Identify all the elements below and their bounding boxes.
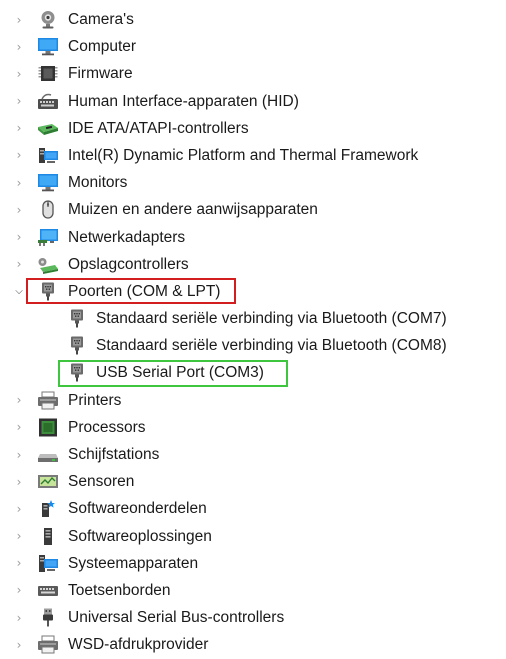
tree-item-network-adapters[interactable]: › Netwerkadapters [0,224,506,251]
tree-item-label: IDE ATA/ATAPI-controllers [68,119,249,137]
tree-item-bluetooth-com7[interactable]: Standaard seriële verbinding via Bluetoo… [0,305,506,332]
tree-item-intel-framework[interactable]: › Intel(R) Dynamic Platform and Thermal … [0,142,506,169]
port-connector-icon [66,309,88,328]
system-device-icon [37,554,59,573]
tree-item-label: Standaard seriële verbinding via Bluetoo… [96,337,447,355]
mouse-icon [37,200,59,219]
port-connector-icon [66,336,88,355]
chevron-right-icon[interactable]: › [13,468,25,495]
chevron-right-icon[interactable]: › [13,224,25,251]
tree-item-keyboards[interactable]: › Toetsenborden [0,577,506,604]
chevron-right-icon[interactable]: › [13,60,25,87]
hid-keyboard-icon [37,92,59,111]
port-connector-icon [37,282,59,301]
chevron-right-icon[interactable]: › [13,414,25,441]
tree-item-label: Schijfstations [68,446,160,463]
chevron-right-icon[interactable]: › [13,88,25,115]
keyboard-icon [37,581,59,600]
port-connector-icon [66,363,88,382]
tree-item-sensors[interactable]: › Sensoren [0,468,506,495]
ide-controller-icon [37,119,59,138]
tree-item-printers[interactable]: › Printers [0,387,506,414]
chevron-right-icon[interactable]: › [13,550,25,577]
tree-item-software-solutions[interactable]: › Softwareoplossingen [0,523,506,550]
chevron-down-icon[interactable]: ⌵ [13,278,25,305]
tree-item-monitors[interactable]: › Monitors [0,169,506,196]
webcam-icon [37,10,59,29]
tree-item-ports[interactable]: ⌵ Poorten (COM & LPT) [0,277,506,305]
chevron-right-icon[interactable]: › [13,169,25,196]
chevron-right-icon[interactable]: › [13,115,25,142]
device-tree: › Camera's › Computer › Firmware › Human… [0,6,506,659]
tree-item-system-devices[interactable]: › Systeemapparaten [0,550,506,577]
tree-item-cameras[interactable]: › Camera's [0,6,506,33]
tree-item-label: Poorten (COM & LPT) [68,282,221,300]
tree-item-label: Human Interface-apparaten (HID) [68,92,299,110]
tree-item-firmware[interactable]: › Firmware [0,60,506,87]
chevron-right-icon[interactable]: › [13,604,25,631]
tree-item-label: Netwerkadapters [68,228,186,246]
tree-item-computer[interactable]: › Computer [0,33,506,60]
tree-item-bluetooth-com8[interactable]: Standaard seriële verbinding via Bluetoo… [0,332,506,359]
tree-item-label: Printers [68,391,122,409]
tree-item-label: Universal Serial Bus-controllers [68,609,285,627]
chevron-right-icon[interactable]: › [13,33,25,60]
tree-item-usb-controllers[interactable]: › Universal Serial Bus-controllers [0,604,506,631]
network-adapter-icon [37,228,59,247]
tree-item-mice[interactable]: › Muizen en andere aanwijsapparaten [0,196,506,223]
monitor-icon [37,37,59,56]
chevron-right-icon[interactable]: › [13,495,25,522]
tree-item-label: USB Serial Port (COM3) [96,364,264,382]
tree-item-label: Sensoren [68,473,135,491]
chevron-right-icon[interactable]: › [13,441,25,468]
chevron-right-icon[interactable]: › [13,631,25,658]
chevron-right-icon[interactable]: › [13,387,25,414]
disk-drive-icon [37,445,59,464]
printer-icon [37,391,59,410]
tree-item-disk-drives[interactable]: › Schijfstations [0,441,506,468]
software-component-icon [37,499,59,518]
tree-item-label: Firmware [68,65,133,83]
tree-item-label: Processors [68,418,146,436]
tree-item-label: Intel(R) Dynamic Platform and Thermal Fr… [68,146,419,164]
tree-item-label: Softwareonderdelen [68,500,207,518]
tree-item-storage-controllers[interactable]: › Opslagcontrollers [0,251,506,278]
tree-item-label: Monitors [68,174,128,192]
chevron-right-icon[interactable]: › [13,523,25,550]
printer-icon [37,635,59,654]
chevron-right-icon[interactable]: › [13,196,25,223]
tree-item-usb-serial-port[interactable]: USB Serial Port (COM3) [0,359,506,388]
tree-item-label: Softwareoplossingen [68,527,212,545]
chevron-right-icon[interactable]: › [13,142,25,169]
tree-item-hid[interactable]: › Human Interface-apparaten (HID) [0,88,506,115]
tree-item-processors[interactable]: › Processors [0,414,506,441]
tree-item-software-components[interactable]: › Softwareonderdelen [0,495,506,522]
tree-item-ide[interactable]: › IDE ATA/ATAPI-controllers [0,115,506,142]
firmware-chip-icon [37,64,59,83]
software-device-icon [37,527,59,546]
sensor-icon [37,472,59,491]
intel-framework-icon [37,146,59,165]
tree-item-label: Muizen en andere aanwijsapparaten [68,201,318,219]
storage-controller-icon [37,255,59,274]
chevron-right-icon[interactable]: › [13,251,25,278]
tree-item-label: Standaard seriële verbinding via Bluetoo… [96,310,447,328]
tree-item-label: WSD-afdrukprovider [68,636,209,654]
chevron-right-icon[interactable]: › [13,577,25,604]
tree-item-label: Toetsenborden [68,581,171,599]
tree-item-wsd-print-provider[interactable]: › WSD-afdrukprovider [0,631,506,658]
tree-item-label: Computer [68,38,137,56]
chevron-right-icon[interactable]: › [13,6,25,33]
tree-item-label: Opslagcontrollers [68,255,189,273]
tree-item-label: Camera's [68,11,134,28]
processor-icon [37,418,59,437]
monitor-icon [37,173,59,192]
usb-plug-icon [37,608,59,627]
tree-item-label: Systeemapparaten [68,554,199,572]
